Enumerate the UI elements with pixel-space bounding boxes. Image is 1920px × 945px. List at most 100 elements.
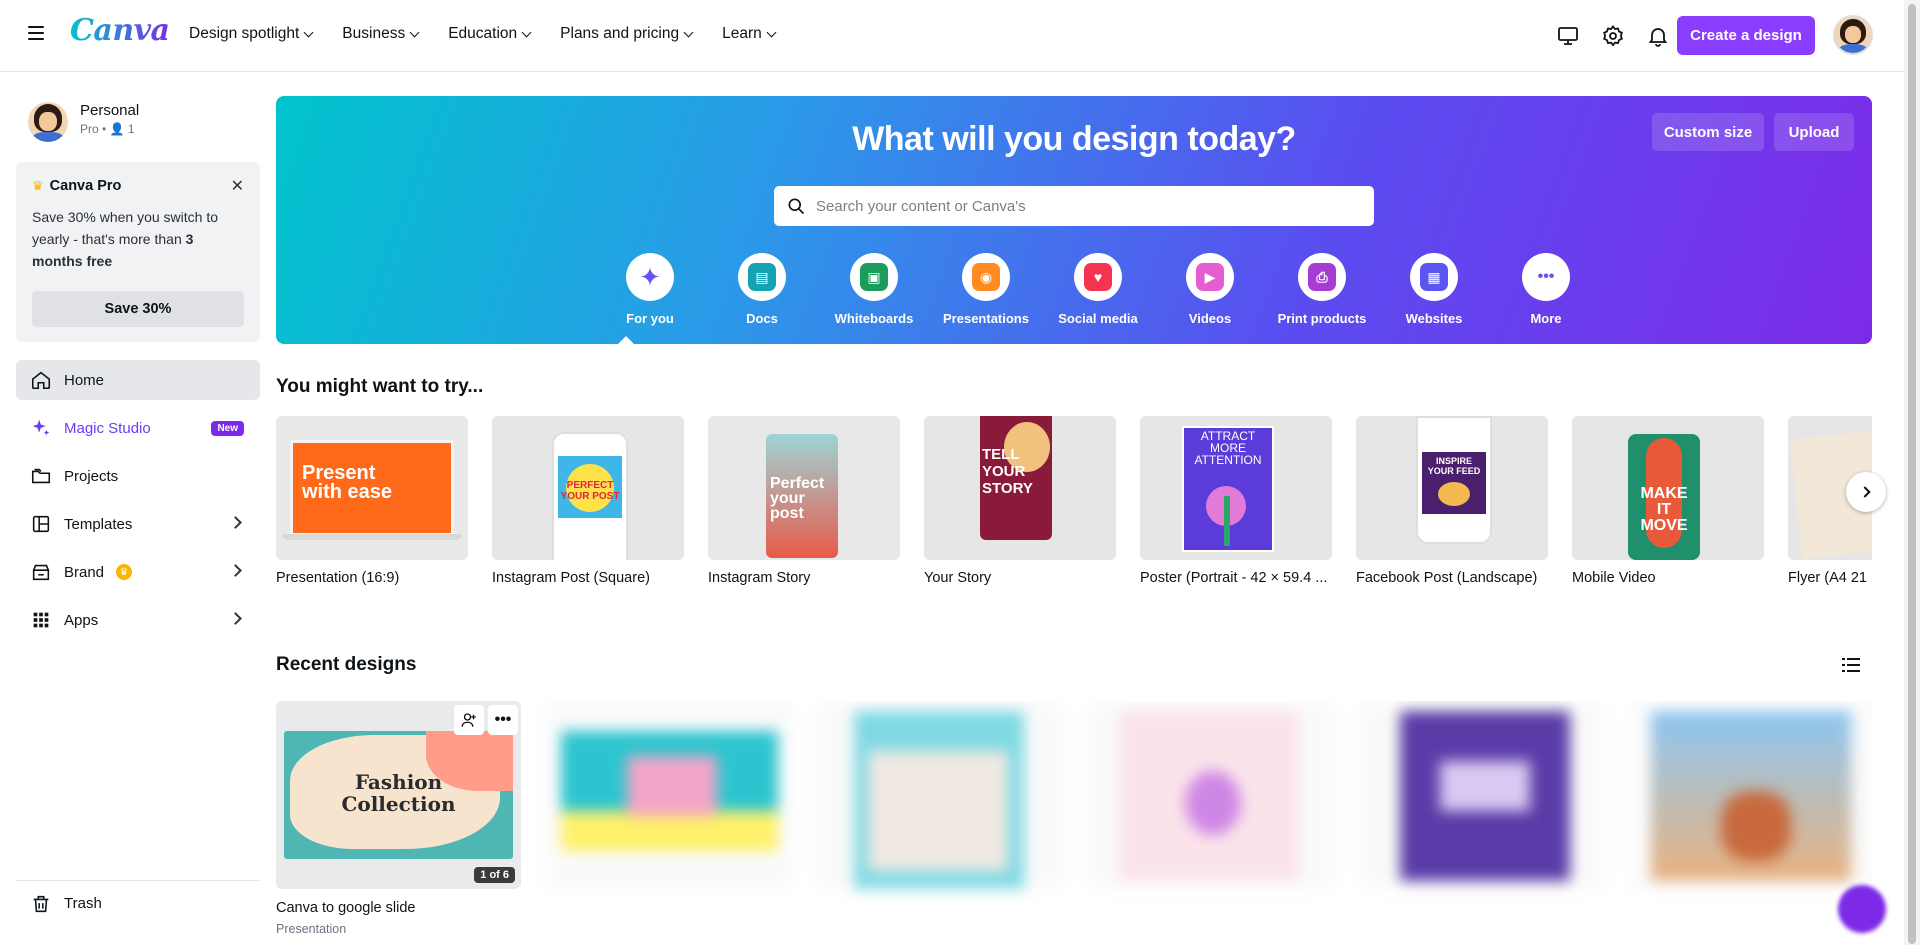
- template-card[interactable]: PERFECT YOUR POST Instagram Post (Square…: [492, 416, 684, 586]
- category-circle: ▣: [850, 253, 898, 301]
- page-scrollbar[interactable]: [1904, 0, 1920, 945]
- template-label: Presentation (16:9): [276, 570, 400, 586]
- chevron-right-icon: [229, 564, 242, 577]
- toolbar-icons: [1556, 24, 1670, 48]
- category-docs[interactable]: ▤ Docs: [706, 253, 818, 326]
- new-badge: New: [211, 421, 244, 436]
- save-30-button[interactable]: Save 30%: [32, 291, 244, 327]
- template-thumbnail: INSPIRE YOUR FEED: [1356, 416, 1548, 560]
- nav-design-spotlight[interactable]: Design spotlight: [189, 25, 314, 43]
- category-circle: ▤: [738, 253, 786, 301]
- scrollbar-thumb[interactable]: [1908, 4, 1916, 944]
- user-avatar[interactable]: [1833, 15, 1873, 55]
- create-design-button[interactable]: Create a design: [1677, 16, 1815, 55]
- template-label: Your Story: [924, 570, 992, 586]
- template-thumb-text: INSPIRE YOUR FEED: [1427, 456, 1481, 476]
- canva-logo[interactable]: Canva: [70, 13, 170, 48]
- custom-size-button[interactable]: Custom size: [1652, 113, 1764, 151]
- search-input[interactable]: [816, 197, 1356, 215]
- chevron-right-icon: [229, 516, 242, 529]
- menu-icon[interactable]: [28, 26, 44, 40]
- chevron-down-icon: [521, 27, 532, 37]
- carousel-next-button[interactable]: [1846, 472, 1886, 512]
- share-people-icon[interactable]: [454, 705, 484, 735]
- template-card[interactable]: MAKE IT MOVE Mobile Video: [1572, 416, 1764, 586]
- close-icon[interactable]: ✕: [231, 176, 244, 196]
- category-circle: ▶: [1186, 253, 1234, 301]
- template-card[interactable]: Present with ease Presentation (16:9): [276, 416, 468, 586]
- sidebar-item-magic-studio[interactable]: Magic Studio New: [16, 408, 260, 448]
- nav-business[interactable]: Business: [342, 25, 420, 43]
- template-label: Mobile Video: [1572, 570, 1656, 586]
- settings-gear-icon[interactable]: [1601, 24, 1625, 48]
- sidebar-item-label: Home: [64, 371, 105, 389]
- recent-design-card[interactable]: [1360, 701, 1605, 889]
- try-section-title: You might want to try...: [276, 376, 484, 397]
- template-card[interactable]: INSPIRE YOUR FEED Facebook Post (Landsca…: [1356, 416, 1548, 586]
- pro-promo-card: ♛ Canva Pro ✕ Save 30% when you switch to…: [16, 162, 260, 342]
- category-for-you[interactable]: ✦ For you: [594, 253, 706, 326]
- category-websites[interactable]: ▦ Websites: [1378, 253, 1490, 326]
- sidebar-item-brand[interactable]: Brand ♛: [16, 552, 260, 592]
- trash-icon: [33, 895, 49, 912]
- sidebar-item-trash[interactable]: Trash: [16, 880, 260, 918]
- category-circle: ▦: [1410, 253, 1458, 301]
- list-view-icon[interactable]: [1842, 656, 1860, 674]
- chevron-down-icon: [766, 27, 777, 37]
- presentation-icon: ◉: [972, 263, 1000, 291]
- account-name: Personal: [80, 102, 140, 119]
- whiteboard-icon: ▣: [860, 263, 888, 291]
- sidebar-item-templates[interactable]: Templates: [16, 504, 260, 544]
- crown-icon: ♛: [32, 178, 44, 193]
- account-switcher[interactable]: Personal Pro • 👤 1: [28, 102, 139, 142]
- recent-design-card[interactable]: [1631, 701, 1872, 889]
- category-presentations[interactable]: ◉ Presentations: [930, 253, 1042, 326]
- category-whiteboards[interactable]: ▣ Whiteboards: [818, 253, 930, 326]
- recent-design-card[interactable]: [1089, 701, 1334, 889]
- template-thumb-text: Perfect your post: [770, 475, 825, 522]
- nav-plans-pricing[interactable]: Plans and pricing: [560, 25, 694, 43]
- sparkle-icon: ✦: [639, 261, 661, 292]
- sidebar-nav: Home Magic Studio New Projects Templates…: [16, 360, 260, 648]
- recent-design-card[interactable]: [547, 701, 792, 889]
- category-label: Presentations: [943, 311, 1029, 326]
- nav-learn[interactable]: Learn: [722, 25, 777, 43]
- category-videos[interactable]: ▶ Videos: [1154, 253, 1266, 326]
- sidebar: Personal Pro • 👤 1 ♛ Canva Pro ✕ Save 30%…: [0, 73, 260, 945]
- category-circle: •••: [1522, 253, 1570, 301]
- assistant-fab-button[interactable]: [1838, 885, 1886, 933]
- more-options-icon[interactable]: •••: [488, 705, 518, 735]
- design-thumbnail: [547, 701, 792, 889]
- category-print-products[interactable]: ⎙ Print products: [1266, 253, 1378, 326]
- template-card[interactable]: ATTRACT MORE ATTENTION Poster (Portrait …: [1140, 416, 1332, 586]
- template-card[interactable]: Perfect your post Instagram Story: [708, 416, 900, 586]
- category-label: Print products: [1277, 311, 1367, 326]
- sidebar-item-label: Apps: [64, 611, 99, 629]
- chevron-down-icon: [409, 27, 420, 37]
- folder-icon: [31, 468, 51, 484]
- design-thumbnail: [1631, 701, 1872, 889]
- design-thumbnail: [1089, 701, 1334, 889]
- template-thumb-text: ATTRACT MORE ATTENTION: [1194, 429, 1262, 467]
- sidebar-item-projects[interactable]: Projects: [16, 456, 260, 496]
- category-social-media[interactable]: ♥ Social media: [1042, 253, 1154, 326]
- upload-button[interactable]: Upload: [1774, 113, 1854, 151]
- search-bar[interactable]: [774, 186, 1374, 226]
- template-thumbnail: TELL YOUR STORY: [924, 416, 1116, 560]
- template-label: Facebook Post (Landscape): [1356, 570, 1538, 586]
- template-card[interactable]: TELL YOUR STORY Your Story: [924, 416, 1116, 586]
- design-thumbnail: [1360, 701, 1605, 889]
- recent-design-card[interactable]: [818, 701, 1063, 889]
- recent-design-card[interactable]: Fashion Collection ••• 1 of 6 Canva to g…: [276, 701, 521, 936]
- sidebar-item-apps[interactable]: Apps: [16, 600, 260, 640]
- template-thumbnail: ATTRACT MORE ATTENTION: [1140, 416, 1332, 560]
- sparkle-icon: [32, 419, 50, 436]
- video-icon: ▶: [1196, 263, 1224, 291]
- desktop-app-icon[interactable]: [1556, 24, 1580, 48]
- nav-education[interactable]: Education: [448, 25, 532, 43]
- category-more[interactable]: ••• More: [1490, 253, 1602, 326]
- sidebar-item-home[interactable]: Home: [16, 360, 260, 400]
- notification-bell-icon[interactable]: [1646, 24, 1670, 48]
- category-circle: ◉: [962, 253, 1010, 301]
- sidebar-item-label: Projects: [64, 467, 119, 485]
